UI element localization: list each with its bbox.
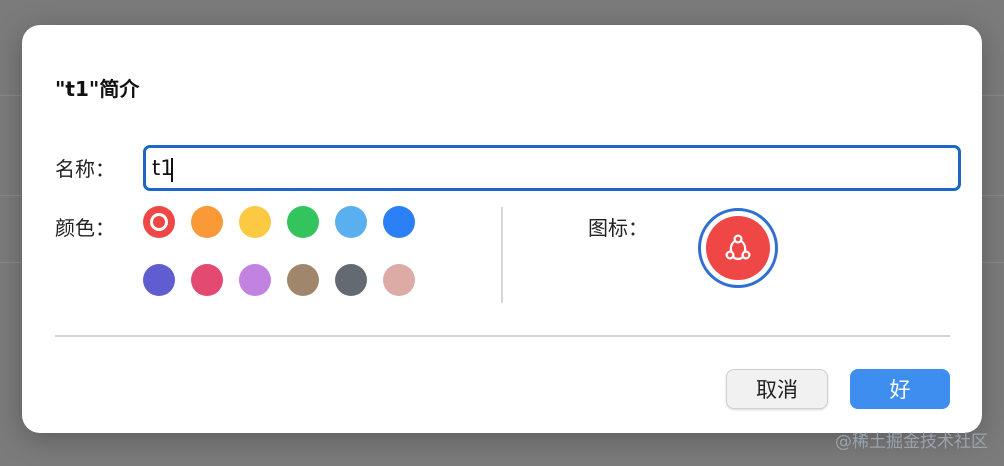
color-swatch[interactable] bbox=[383, 206, 415, 238]
vertical-divider bbox=[501, 207, 503, 303]
color-swatch[interactable] bbox=[335, 264, 367, 296]
color-swatch[interactable] bbox=[143, 206, 175, 238]
color-swatch[interactable] bbox=[383, 264, 415, 296]
ok-button[interactable]: 好 bbox=[850, 369, 950, 409]
text-caret bbox=[171, 158, 173, 182]
share-icon bbox=[725, 234, 751, 261]
icon-label: 图标： bbox=[588, 216, 648, 240]
name-label: 名称： bbox=[55, 157, 115, 181]
icon-fill bbox=[706, 216, 770, 280]
watermark: @稀土掘金技术社区 bbox=[835, 432, 988, 452]
color-swatch[interactable] bbox=[287, 206, 319, 238]
color-swatch[interactable] bbox=[191, 206, 223, 238]
cancel-button[interactable]: 取消 bbox=[726, 369, 828, 409]
color-swatch[interactable] bbox=[143, 264, 175, 296]
color-label: 颜色： bbox=[55, 216, 115, 240]
selected-icon-button[interactable] bbox=[698, 208, 778, 288]
dialog-title: "t1"简介 bbox=[55, 77, 140, 101]
horizontal-divider bbox=[55, 335, 950, 337]
selected-indicator bbox=[153, 216, 165, 228]
color-swatch[interactable] bbox=[239, 264, 271, 296]
color-swatch[interactable] bbox=[335, 206, 367, 238]
name-input[interactable] bbox=[143, 145, 961, 191]
color-swatch[interactable] bbox=[191, 264, 223, 296]
color-swatch[interactable] bbox=[239, 206, 271, 238]
color-swatch[interactable] bbox=[287, 264, 319, 296]
info-dialog: "t1"简介 名称： 颜色： 图标： 取消 好 bbox=[22, 25, 982, 433]
